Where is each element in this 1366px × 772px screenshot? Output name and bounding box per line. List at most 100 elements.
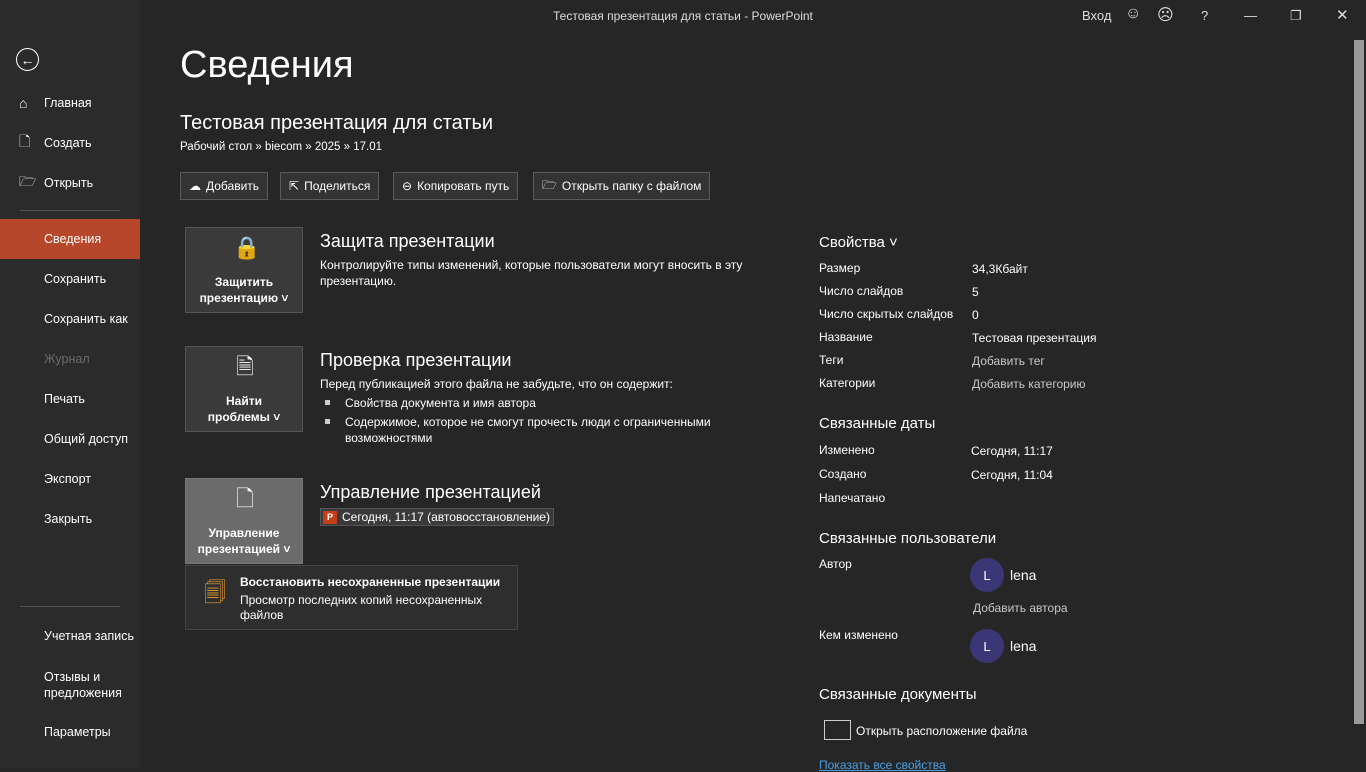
restore-icon[interactable]: ❐ — [1290, 8, 1302, 24]
section-heading: Связанные документы — [819, 686, 977, 703]
show-all-properties-link[interactable]: Показать все свойства — [819, 758, 946, 772]
title-field[interactable]: Тестовая презентация — [972, 331, 1096, 345]
frown-icon[interactable]: ☹ — [1157, 5, 1174, 25]
back-button[interactable]: ← — [16, 48, 39, 71]
nav-home[interactable]: ⌂ Главная — [0, 83, 140, 123]
nav-label: Сохранить как — [44, 312, 128, 326]
properties-dropdown[interactable]: Свойства ˅ — [819, 234, 898, 251]
prop-value: Сегодня, 11:17 — [971, 444, 1053, 458]
minimize-icon[interactable]: — — [1244, 8, 1257, 23]
home-icon: ⌂ — [19, 95, 28, 111]
section-text: Контролируйте типы изменений, которые по… — [320, 258, 743, 288]
nav-share[interactable]: Общий доступ — [0, 419, 140, 459]
nav-info[interactable]: Сведения — [0, 219, 140, 259]
prop-value: 0 — [972, 308, 979, 322]
label: Добавить — [206, 179, 260, 193]
new-file-icon: 🗋 — [19, 133, 31, 149]
menu-desc: Просмотр последних копий несохраненных ф… — [240, 593, 483, 622]
nav-open[interactable]: 🗁 Открыть — [0, 163, 140, 203]
folder-icon — [824, 720, 851, 740]
label: презентацию ˅ — [199, 291, 289, 305]
nav-label: Сохранить — [44, 272, 107, 286]
prop-value: 5 — [972, 285, 979, 299]
author-name[interactable]: lena — [1010, 567, 1036, 583]
open-folder-button[interactable]: 🗁 Открыть папку с файлом — [533, 172, 711, 200]
prop-label: Кем изменено — [819, 628, 898, 642]
label: Копировать путь — [417, 179, 510, 193]
label: Сегодня, 11:17 (автовосстановление) — [342, 510, 550, 524]
nav-label: Главная — [44, 96, 92, 110]
section-title: Защита презентации — [320, 231, 495, 251]
nav-account[interactable]: Учетная запись — [0, 616, 140, 656]
lock-key-icon: 🔒 — [233, 235, 261, 260]
manage-presentation-button[interactable]: 🗋 Управление презентацией ˅ — [185, 478, 303, 564]
label: презентацией ˅ — [197, 542, 291, 556]
scrollbar[interactable] — [1354, 40, 1364, 724]
backstage-sidebar: ← ⌂ Главная 🗋 Создать 🗁 Открыть Сведения Со… — [0, 0, 140, 768]
label: Защитить — [214, 275, 274, 289]
nav-label: Общий доступ — [44, 432, 128, 446]
upload-button[interactable]: ☁ Добавить — [180, 172, 269, 200]
nav-options[interactable]: Параметры — [0, 712, 140, 752]
prop-label: Название — [819, 330, 873, 344]
protect-presentation-button[interactable]: 🔒 Защитить презентацию ˅ — [185, 227, 303, 313]
nav-feedback[interactable]: Отзывы и предложения — [0, 662, 140, 708]
nav-label: Учетная запись — [44, 629, 135, 643]
prop-label: Теги — [819, 353, 844, 367]
section-text: Перед публикацией этого файла не забудьт… — [320, 377, 673, 391]
recover-file-icon: 🗐 — [204, 580, 226, 605]
prop-label: Создано — [819, 467, 867, 481]
section-title: Управление презентацией — [320, 482, 541, 502]
share-button[interactable]: ⇱ Поделиться — [280, 172, 380, 200]
nav-print[interactable]: Печать — [0, 379, 140, 419]
prop-label: Категории — [819, 376, 876, 390]
copy-path-button[interactable]: ⊖ Копировать путь — [393, 172, 519, 200]
recover-unsaved-menu-item[interactable]: 🗐 Восстановить несохраненные презентации… — [185, 565, 518, 630]
nav-save[interactable]: Сохранить — [0, 259, 140, 299]
modified-by-name[interactable]: lena — [1010, 638, 1036, 654]
avatar: L — [970, 629, 1004, 663]
share-icon: ⇱ — [289, 179, 300, 193]
categories-field[interactable]: Добавить категорию — [972, 377, 1086, 391]
label: Поделиться — [304, 179, 371, 193]
prop-label: Изменено — [819, 443, 875, 457]
label: Управление — [208, 526, 280, 540]
smile-icon[interactable]: ☺ — [1125, 5, 1141, 23]
nav-new[interactable]: 🗋 Создать — [0, 123, 140, 163]
nav-history: Журнал — [0, 339, 140, 379]
open-file-location-link[interactable]: Открыть расположение файла — [856, 724, 1027, 738]
menu-title: Восстановить несохраненные презентации — [240, 575, 501, 589]
signin-link[interactable]: Вход — [1082, 8, 1111, 23]
label: Найти — [226, 394, 262, 408]
section-heading: Связанные даты — [819, 415, 936, 432]
window-title: Тестовая презентация для статьи - PowerP… — [553, 9, 813, 23]
help-button[interactable]: ? — [1201, 8, 1208, 23]
prop-label: Число скрытых слайдов — [819, 307, 954, 321]
label: Открыть папку с файлом — [561, 179, 702, 193]
prop-label: Напечатано — [819, 491, 886, 505]
prop-value: 34,3Кбайт — [972, 262, 1028, 276]
nav-label: Параметры — [44, 725, 111, 739]
tags-field[interactable]: Добавить тег — [972, 354, 1045, 368]
divider — [20, 210, 120, 211]
powerpoint-icon: P — [323, 510, 337, 524]
nav-close[interactable]: Закрыть — [0, 499, 140, 539]
document-title: Тестовая презентация для статьи — [180, 112, 494, 134]
folder-open-icon: 🗁 — [19, 173, 37, 189]
close-icon[interactable]: ✕ — [1336, 6, 1349, 24]
prop-label: Автор — [819, 557, 852, 571]
title-bar: Тестовая презентация для статьи - PowerP… — [140, 0, 1366, 32]
cloud-upload-icon: ☁ — [189, 179, 201, 193]
nav-save-as[interactable]: Сохранить как — [0, 299, 140, 339]
section-heading: Связанные пользователи — [819, 530, 997, 547]
nav-export[interactable]: Экспорт — [0, 459, 140, 499]
check-issues-button[interactable]: 🗎 Найти проблемы ˅ — [185, 346, 303, 432]
breadcrumb[interactable]: Рабочий стол » biecom » 2025 » 17.01 — [180, 141, 382, 153]
nav-label: Журнал — [44, 352, 90, 366]
nav-label: Закрыть — [44, 512, 93, 526]
nav-label: Создать — [44, 136, 92, 150]
autosave-version[interactable]: P Сегодня, 11:17 (автовосстановление) — [320, 508, 554, 526]
section-title: Проверка презентации — [320, 350, 512, 370]
add-author-field[interactable]: Добавить автора — [973, 601, 1068, 615]
folder-icon: 🗁 — [542, 177, 557, 192]
